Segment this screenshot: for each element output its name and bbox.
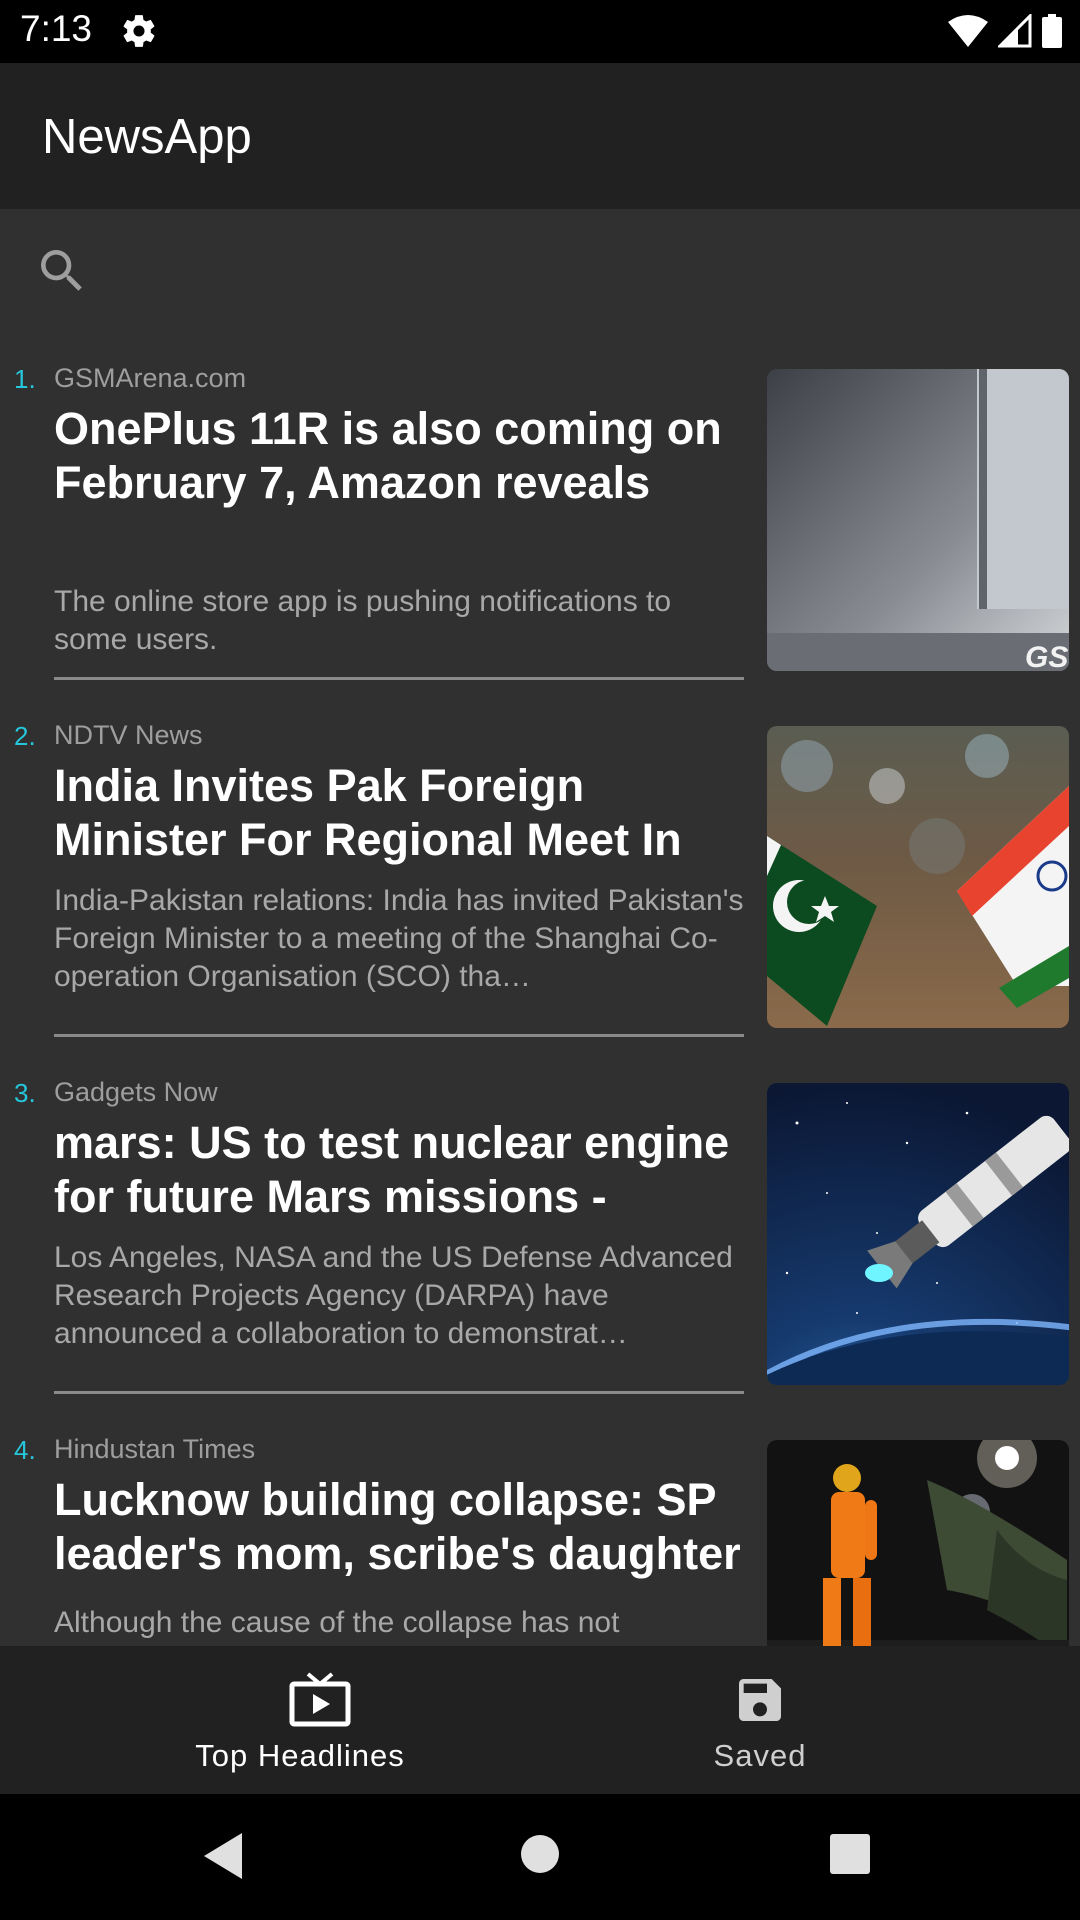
recents-icon[interactable] — [830, 1834, 870, 1874]
article-description: India-Pakistan relations: India has invi… — [54, 884, 744, 993]
article-source: Gadgets Now — [54, 1077, 218, 1107]
article-number: 1. — [14, 364, 36, 394]
article-list[interactable]: 1. GSMArena.com OnePlus 11R is also comi… — [0, 339, 1080, 1646]
article-thumbnail[interactable]: GSI — [767, 369, 1069, 671]
battery-icon — [1042, 14, 1062, 48]
app-bar: NewsApp — [0, 63, 1080, 209]
gear-icon — [123, 15, 155, 47]
article-item[interactable]: 3. Gadgets Now mars: US to test nuclear … — [0, 1053, 1080, 1410]
wifi-icon — [948, 15, 988, 47]
article-description: The online store app is pushing notifica… — [54, 585, 672, 656]
back-icon[interactable] — [204, 1833, 244, 1879]
article-number: 4. — [14, 1435, 36, 1465]
nav-saved[interactable]: Saved — [490, 1646, 1030, 1794]
system-navigation-bar — [0, 1794, 1080, 1920]
bottom-navigation: Top Headlines Saved — [0, 1646, 1080, 1794]
signal-icon — [998, 14, 1032, 48]
article-divider — [54, 1391, 744, 1394]
article-number: 3. — [14, 1078, 36, 1108]
article-description: Los Angeles, NASA and the US Defense Adv… — [54, 1241, 733, 1350]
article-item[interactable]: 2. NDTV News India Invites Pak Foreign M… — [0, 696, 1080, 1053]
status-bar: 7:13 — [0, 0, 1080, 63]
nav-label-top-headlines: Top Headlines — [195, 1738, 405, 1773]
article-title[interactable]: Lucknow building collapse: SP leader's m… — [54, 1473, 744, 1581]
thumbnail-watermark: GSI — [1025, 641, 1069, 671]
app-title: NewsApp — [42, 110, 252, 164]
article-item[interactable]: 1. GSMArena.com OnePlus 11R is also comi… — [0, 339, 1080, 696]
save-icon — [739, 1679, 781, 1721]
home-icon[interactable] — [520, 1834, 560, 1874]
article-item[interactable]: 4. Hindustan Times Lucknow building coll… — [0, 1410, 1080, 1646]
search-icon[interactable] — [34, 243, 90, 299]
article-title[interactable]: India Invites Pak Foreign Minister For R… — [54, 759, 744, 867]
article-source: NDTV News — [54, 720, 203, 750]
article-title[interactable]: OnePlus 11R is also coming on February 7… — [54, 402, 744, 510]
search-bar[interactable] — [0, 209, 1080, 339]
article-divider — [54, 1034, 744, 1037]
article-number: 2. — [14, 721, 36, 751]
article-source: Hindustan Times — [54, 1434, 256, 1464]
article-title[interactable]: mars: US to test nuclear engine for futu… — [54, 1116, 744, 1224]
article-thumbnail[interactable] — [767, 1083, 1069, 1385]
article-description: Although the cause of the collapse has n… — [54, 1606, 620, 1639]
nav-label-saved: Saved — [713, 1738, 807, 1773]
article-divider — [54, 677, 744, 680]
status-time: 7:13 — [20, 8, 93, 49]
tv-icon — [289, 1672, 351, 1727]
article-thumbnail[interactable] — [767, 726, 1069, 1028]
article-thumbnail[interactable] — [767, 1440, 1069, 1646]
article-source: GSMArena.com — [54, 363, 247, 393]
